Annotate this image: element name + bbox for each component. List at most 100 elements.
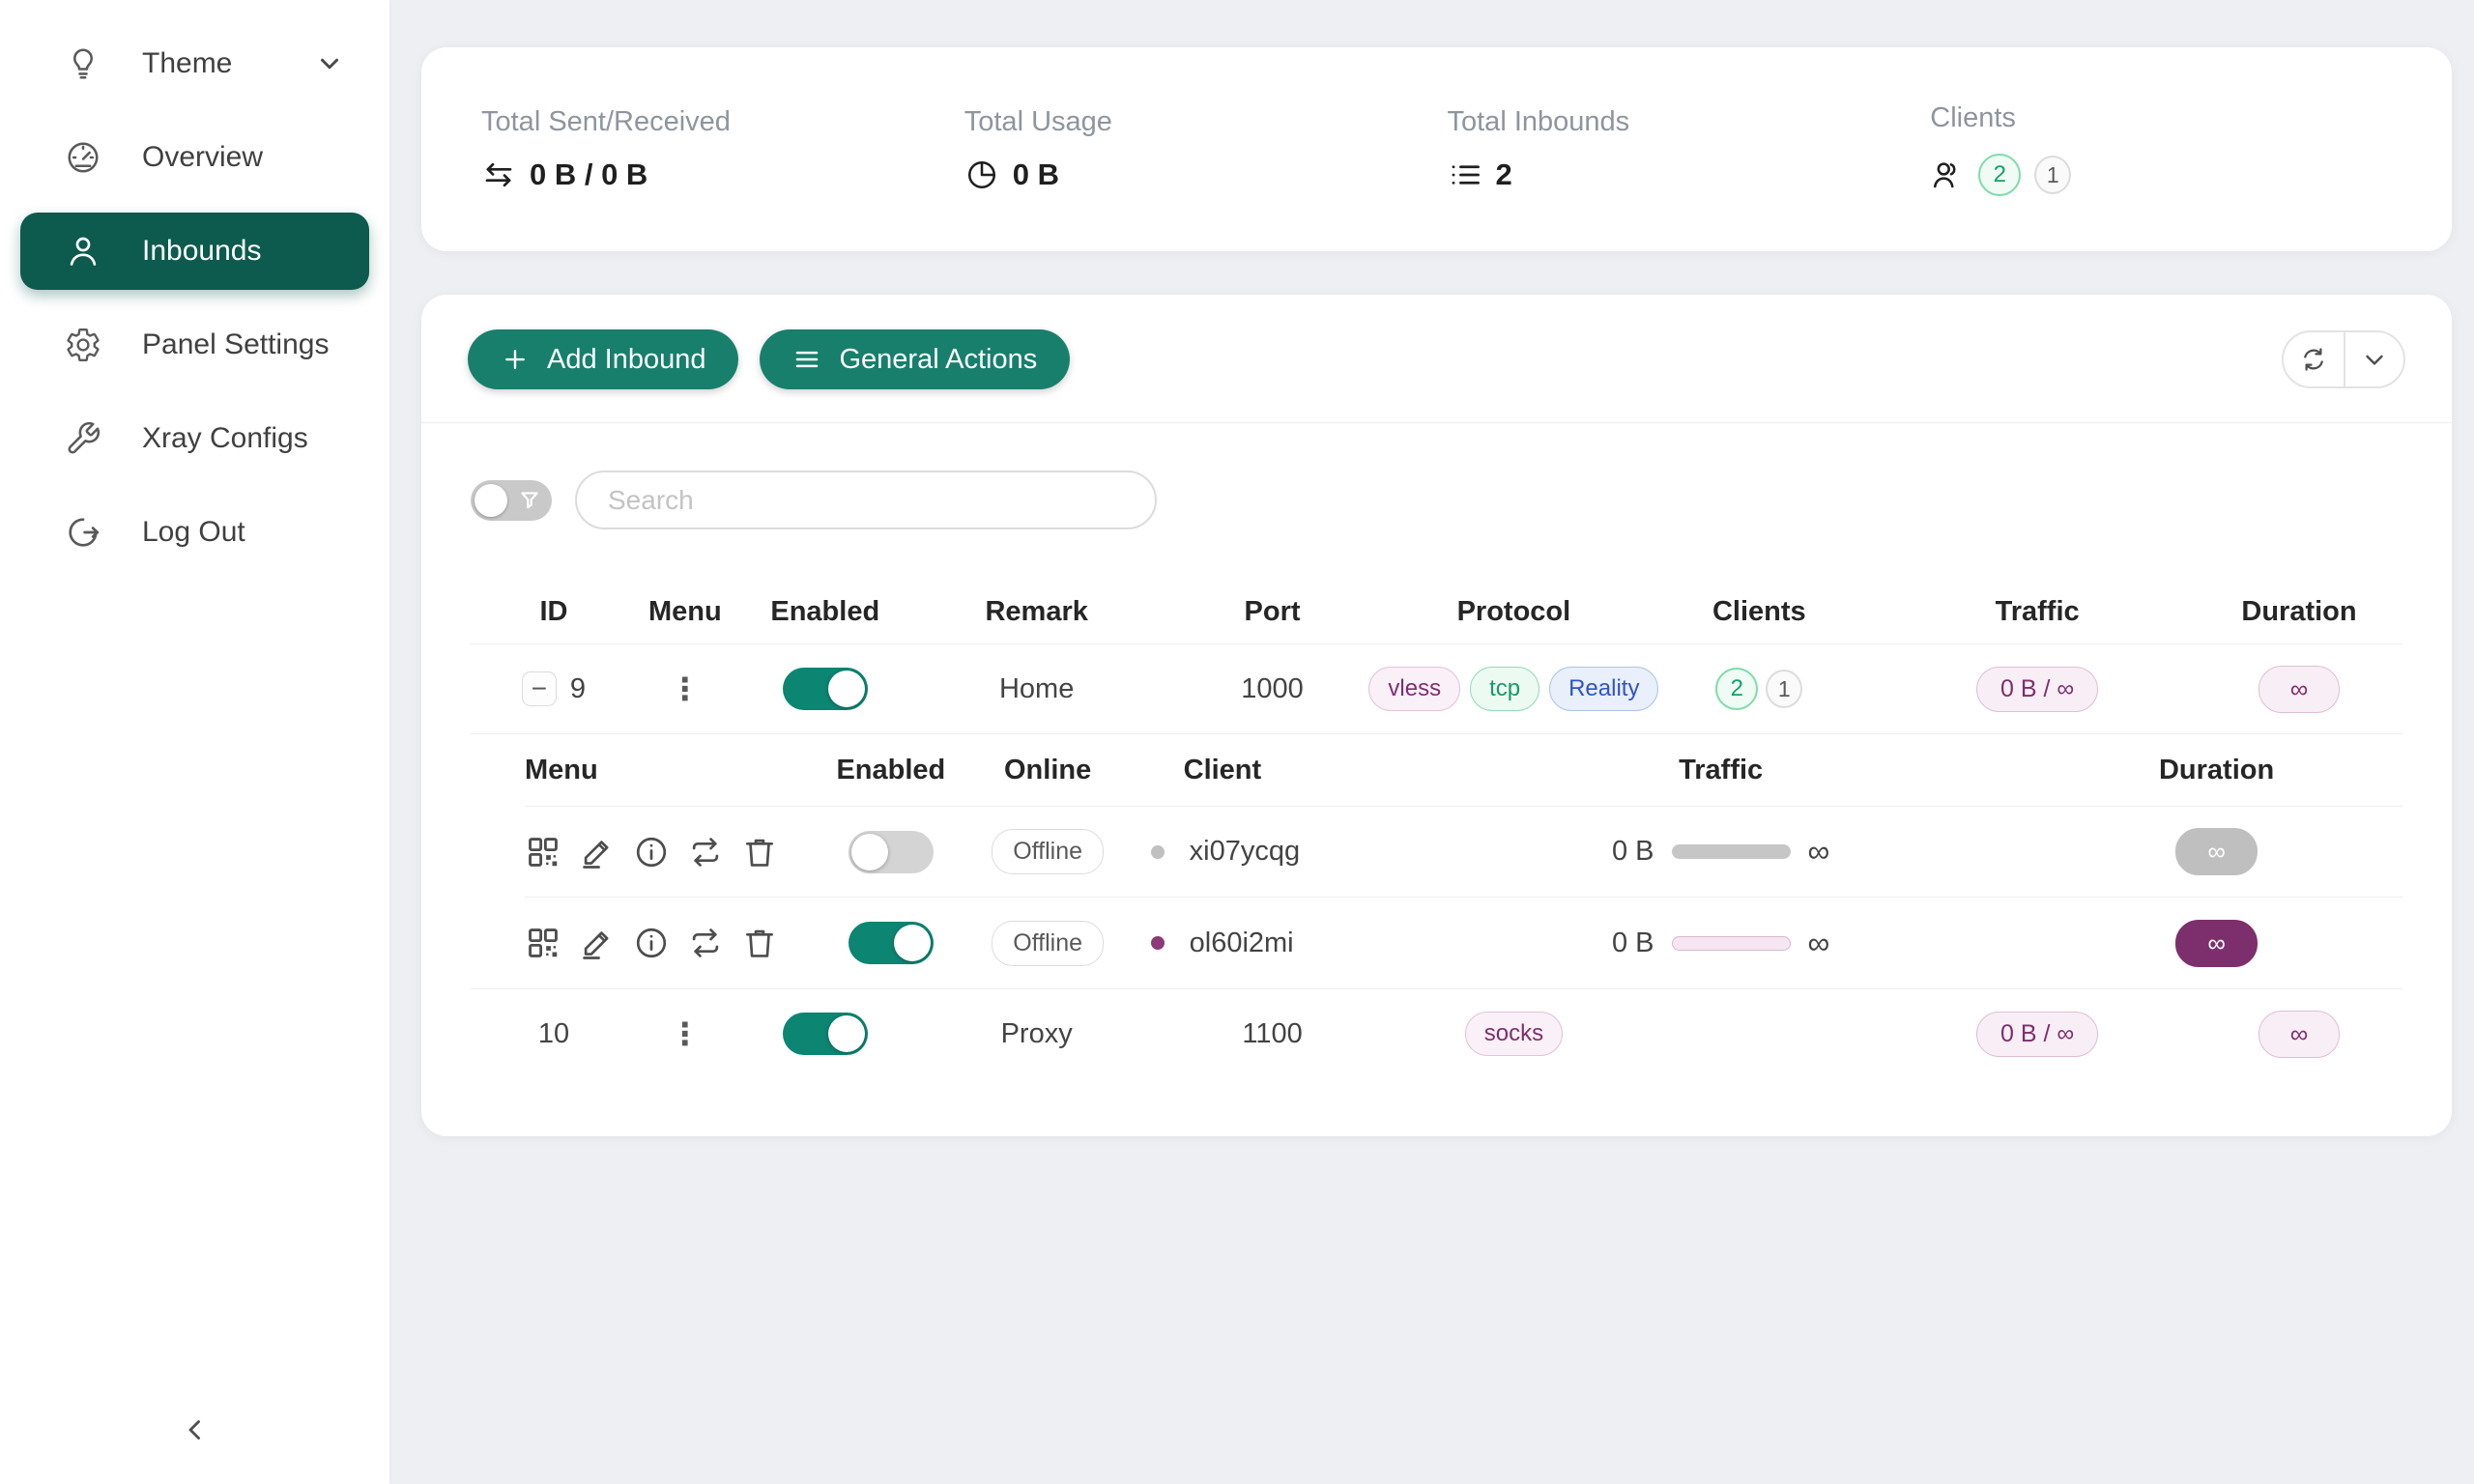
toggle-knob (894, 925, 931, 961)
traffic-cap: ∞ (1808, 834, 1830, 870)
id-cell: − 9 (471, 671, 637, 706)
subcol-header-client: Client (1130, 755, 1411, 786)
remark-cell: Home (917, 673, 1157, 705)
client-duration-badge: ∞ (2175, 920, 2258, 967)
online-status-badge: Offline (992, 921, 1104, 966)
delete-button[interactable] (741, 925, 778, 961)
enabled-toggle[interactable] (783, 1013, 868, 1055)
client-actions (525, 834, 816, 870)
stat-value: 2 (1496, 157, 1512, 192)
stat-value: 0 B (1013, 157, 1059, 192)
qr-code-button[interactable] (525, 834, 561, 870)
duration-badge: ∞ (2258, 666, 2341, 713)
inbounds-card: Add Inbound General Actions (421, 295, 2452, 1136)
sidebar-item-inbounds[interactable]: Inbounds (20, 213, 369, 290)
stat-value: 0 B / 0 B (530, 157, 647, 192)
delete-button[interactable] (741, 834, 778, 870)
refresh-options-button[interactable] (2344, 332, 2403, 386)
toggle-knob (475, 484, 507, 517)
sidebar-item-log-out[interactable]: Log Out (20, 494, 369, 571)
stat-total-inbounds: Total Inbounds 2 (1448, 106, 1931, 192)
gauge-icon (63, 137, 103, 178)
sidebar-item-label: Overview (142, 141, 344, 174)
refresh-split-button (2282, 330, 2405, 388)
traffic-badge: 0 B / ∞ (1976, 667, 2098, 712)
list-icon (1448, 157, 1482, 192)
clients-deactivated-badge: 1 (1766, 670, 1802, 708)
toggle-knob (851, 834, 888, 870)
col-header-id: ID (471, 596, 637, 628)
add-inbound-button[interactable]: Add Inbound (468, 329, 738, 389)
client-enabled-toggle[interactable] (849, 831, 934, 873)
sidebar-item-theme[interactable]: Theme (20, 25, 369, 102)
search-input[interactable] (575, 471, 1157, 529)
protocol-cell: socks (1388, 1012, 1639, 1056)
stat-total-sent-received: Total Sent/Received 0 B / 0 B (481, 106, 964, 192)
refresh-icon (2299, 345, 2328, 374)
toggle-knob (828, 671, 865, 707)
subcol-header-menu: Menu (525, 755, 816, 786)
client-status-dot (1151, 845, 1165, 859)
sidebar-item-panel-settings[interactable]: Panel Settings (20, 306, 369, 384)
col-header-duration: Duration (2196, 596, 2402, 628)
collapse-row-button[interactable]: − (522, 671, 557, 706)
sidebar-item-label: Xray Configs (142, 422, 344, 455)
inbound-id: 9 (570, 673, 586, 705)
sidebar-item-xray-configs[interactable]: Xray Configs (20, 400, 369, 477)
col-header-traffic: Traffic (1879, 596, 2196, 628)
main-content: Total Sent/Received 0 B / 0 B Total Usag… (389, 0, 2474, 1484)
chevron-down-icon (2360, 345, 2389, 374)
funnel-icon (517, 488, 542, 513)
stat-clients: Clients 2 1 (1930, 102, 2413, 196)
enabled-toggle[interactable] (783, 668, 868, 710)
reset-traffic-button[interactable] (687, 925, 724, 961)
client-row-xi07ycqg: Offline xi07ycqg 0 B ∞ ∞ (525, 807, 2402, 898)
app-root: Theme Overview Inbounds Panel Settings (0, 0, 2474, 1484)
table-header-row: ID Menu Enabled Remark Port Protocol Cli… (471, 581, 2402, 644)
chevron-down-icon (315, 49, 344, 78)
edit-button[interactable] (579, 925, 616, 961)
clients-active-badge: 2 (1978, 154, 2021, 196)
col-header-remark: Remark (917, 596, 1157, 628)
reset-traffic-button[interactable] (687, 834, 724, 870)
online-status-badge: Offline (992, 829, 1104, 874)
client-enabled-toggle[interactable] (849, 922, 934, 964)
sidebar-collapse-button[interactable] (0, 1401, 389, 1459)
clients-cell: 2 1 (1639, 668, 1879, 710)
client-actions (525, 925, 816, 961)
traffic-cap: ∞ (1808, 926, 1830, 961)
gear-icon (63, 325, 103, 365)
traffic-cell: 0 B / ∞ (1879, 667, 2196, 712)
col-header-enabled: Enabled (734, 596, 917, 628)
info-button[interactable] (633, 834, 670, 870)
table-row-inbound-9: − 9 ⋮ Home 1000 vless tcp Reality 2 1 (471, 644, 2402, 734)
row-menu-button[interactable]: ⋮ (670, 673, 701, 704)
refresh-button[interactable] (2284, 332, 2344, 386)
traffic-progress-bar (1672, 844, 1791, 859)
protocol-badge-vless: vless (1368, 667, 1460, 711)
filter-toggle[interactable] (471, 480, 552, 521)
client-traffic-cell: 0 B ∞ (1411, 834, 2030, 870)
stat-label: Clients (1930, 102, 2413, 134)
row-menu-button[interactable]: ⋮ (670, 1018, 701, 1049)
general-actions-button[interactable]: General Actions (760, 329, 1070, 389)
sidebar-item-overview[interactable]: Overview (20, 119, 369, 196)
toolbar: Add Inbound General Actions (421, 329, 2452, 389)
subtable-header-row: Menu Enabled Online Client Traffic Durat… (525, 734, 2402, 807)
id-cell: 10 (471, 1018, 637, 1050)
subcol-header-enabled: Enabled (816, 755, 965, 786)
port-cell: 1000 (1157, 673, 1389, 705)
traffic-used: 0 B (1612, 928, 1654, 959)
sidebar-item-label: Theme (142, 47, 315, 80)
stat-label: Total Inbounds (1448, 106, 1931, 138)
traffic-badge: 0 B / ∞ (1976, 1012, 2098, 1057)
client-cell: xi07ycqg (1130, 836, 1411, 868)
info-button[interactable] (633, 925, 670, 961)
toggle-knob (828, 1015, 865, 1052)
qr-code-button[interactable] (525, 925, 561, 961)
traffic-cell: 0 B / ∞ (1879, 1012, 2196, 1057)
traffic-used: 0 B (1612, 836, 1654, 868)
stat-label: Total Usage (964, 106, 1448, 138)
protocol-badge-tcp: tcp (1470, 667, 1539, 711)
edit-button[interactable] (579, 834, 616, 870)
